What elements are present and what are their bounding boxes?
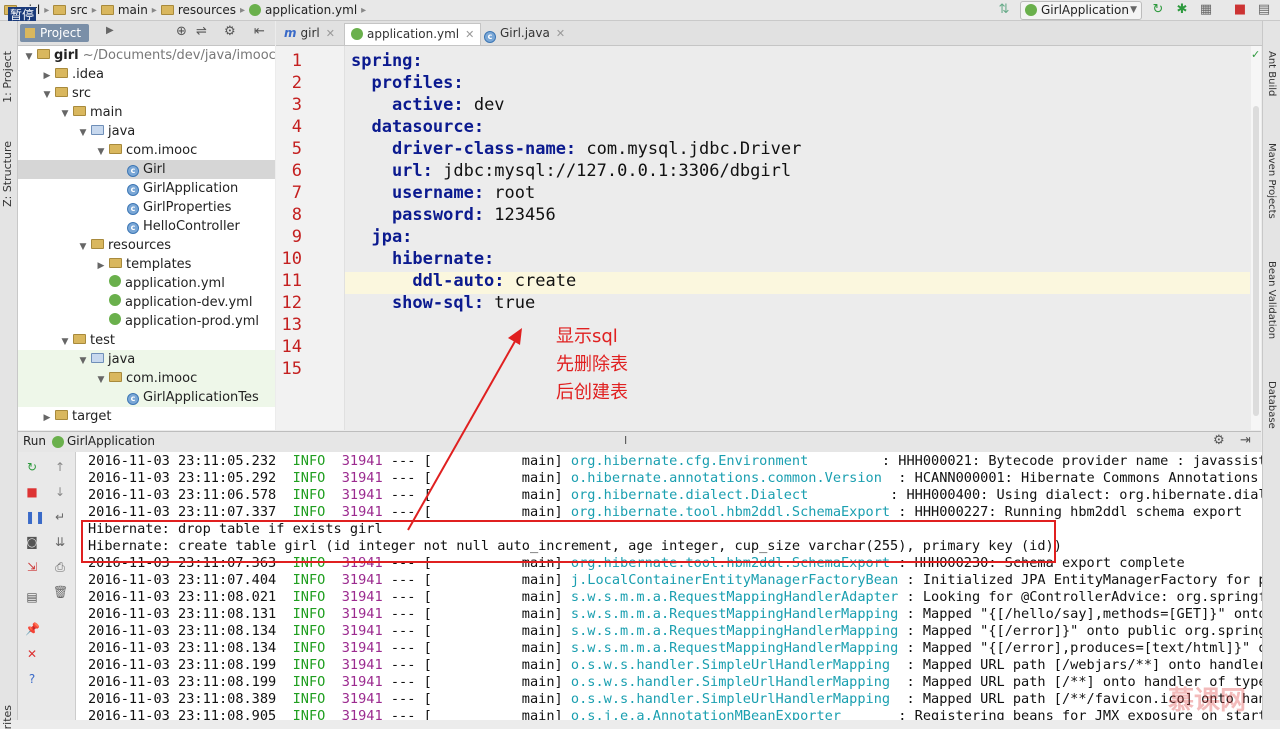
annotation-arrow <box>407 328 522 531</box>
annotation-highlight-box <box>81 520 1056 563</box>
watermark: 慕课网 <box>1168 686 1247 716</box>
